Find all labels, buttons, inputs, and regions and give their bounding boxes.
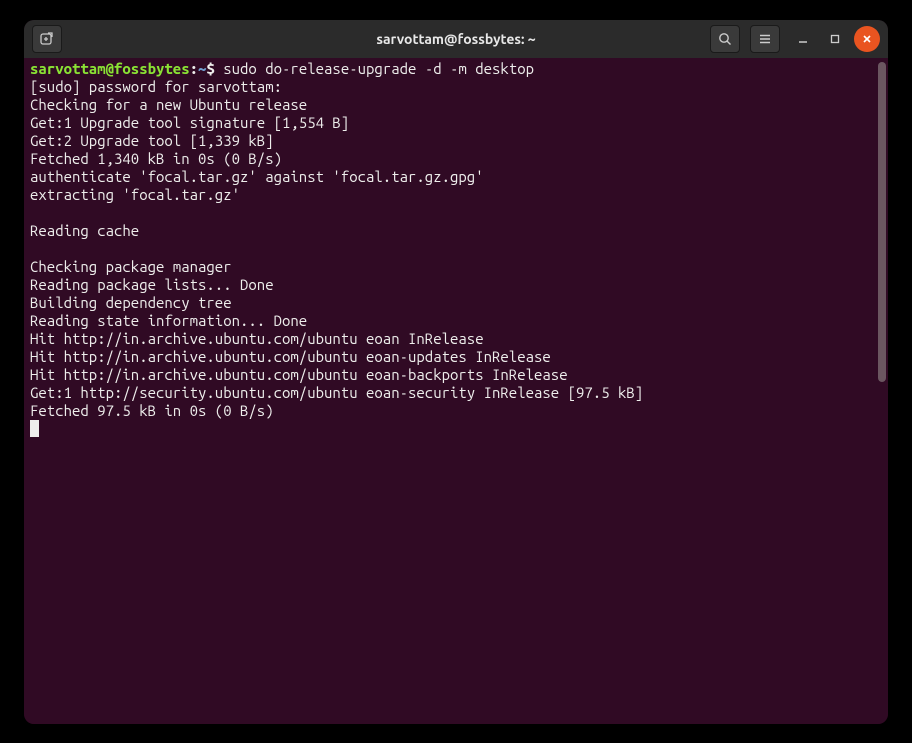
titlebar-right-controls [710, 25, 880, 53]
window-title: sarvottam@fossbytes: ~ [376, 31, 535, 47]
terminal-body[interactable]: sarvottam@fossbytes:~$ sudo do-release-u… [24, 58, 888, 724]
minimize-button[interactable] [790, 26, 816, 52]
prompt-dollar: $ [206, 60, 223, 77]
cursor [30, 420, 39, 437]
menu-button[interactable] [750, 25, 780, 53]
search-button[interactable] [710, 25, 740, 53]
new-tab-button[interactable] [32, 25, 62, 53]
titlebar-left-controls [32, 25, 66, 53]
terminal-content: sarvottam@fossbytes:~$ sudo do-release-u… [30, 60, 882, 438]
maximize-icon [829, 33, 841, 45]
terminal-window: sarvottam@fossbytes: ~ sarvottam@fossbyt… [24, 20, 888, 724]
search-icon [718, 32, 732, 46]
close-icon [861, 33, 873, 45]
scrollbar-thumb[interactable] [878, 62, 886, 382]
command-text: sudo do-release-upgrade -d -m desktop [223, 60, 534, 77]
prompt-user-host: sarvottam@fossbytes [30, 60, 190, 77]
minimize-icon [797, 33, 809, 45]
new-tab-icon [39, 31, 55, 47]
maximize-button[interactable] [822, 26, 848, 52]
close-button[interactable] [854, 26, 880, 52]
terminal-output: [sudo] password for sarvottam: Checking … [30, 78, 643, 419]
prompt-separator: : [190, 60, 198, 77]
titlebar: sarvottam@fossbytes: ~ [24, 20, 888, 58]
hamburger-icon [758, 32, 772, 46]
